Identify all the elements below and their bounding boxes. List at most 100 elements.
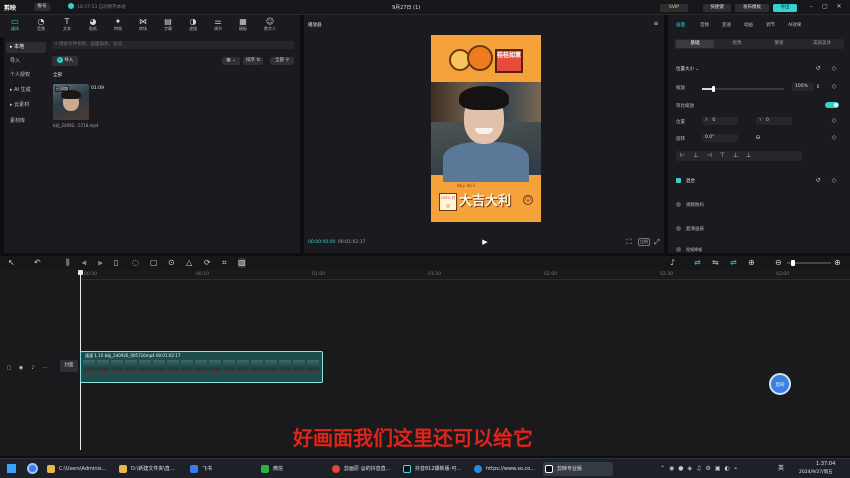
shortcut-button[interactable]: 快捷键 xyxy=(703,4,731,12)
zoom-slider[interactable] xyxy=(787,260,831,266)
position-y-field[interactable]: Y 0 xyxy=(756,117,792,125)
tab-text[interactable]: T 文本 xyxy=(56,17,78,35)
play-icon[interactable]: ▶ xyxy=(480,238,490,246)
play-circle-icon[interactable]: ⊙ xyxy=(168,256,175,270)
superres-checkbox[interactable] xyxy=(676,226,681,231)
zoom-in-icon[interactable]: ⊕ xyxy=(834,256,841,270)
ime-indicator[interactable]: 英 xyxy=(778,463,784,472)
split-icon[interactable]: ⫼ xyxy=(66,256,70,270)
position-size-heading[interactable]: 位置大小 ⌄ xyxy=(676,66,699,72)
nav-library[interactable]: 素材库 xyxy=(6,116,46,127)
tab-media[interactable]: ▭ 媒体 xyxy=(4,17,26,35)
taskbar-item-browser[interactable]: 剪画原 @的抖音直... xyxy=(330,462,390,476)
track-lock-icon[interactable]: ▢ xyxy=(6,364,12,372)
account-button[interactable]: 账号 xyxy=(34,3,50,11)
mirror-icon[interactable]: △ xyxy=(186,256,192,270)
media-clip-thumbnail[interactable]: 已添加 xyxy=(53,84,89,120)
windows-start-icon[interactable] xyxy=(7,464,16,473)
track-eye-icon[interactable]: ◉ xyxy=(18,364,24,372)
subtab-mask[interactable]: 蒙版 xyxy=(760,40,798,48)
scale-stepper-icon[interactable]: ⇕ xyxy=(815,83,821,91)
import-button[interactable]: + 导入 xyxy=(52,56,78,66)
cover-button[interactable]: 封面 xyxy=(60,360,78,372)
grid-view-toggle[interactable]: ▦ ⌄ xyxy=(222,57,240,65)
search-taskbar-icon[interactable] xyxy=(27,463,38,474)
tab-filter[interactable]: ◑ 滤镜 xyxy=(182,17,204,35)
keyframe-icon[interactable]: ◇ xyxy=(830,65,838,73)
nav-ai-generate[interactable]: ▸ AI 生成 xyxy=(6,85,46,96)
tab-audio[interactable]: ◔ 音频 xyxy=(30,17,52,35)
blend-keyframe-icon[interactable]: ◇ xyxy=(830,177,838,185)
split-right-icon[interactable]: ⫸ xyxy=(98,256,103,270)
tab-speed[interactable]: 变速 xyxy=(722,22,731,28)
nav-local[interactable]: ▸ 本地 xyxy=(6,42,46,53)
tab-subtitle[interactable]: ▤ 字幕 xyxy=(157,17,179,35)
media-search-input[interactable]: ⌕ 搜索文件名称、画面描述、台词 xyxy=(52,41,294,49)
video-clip[interactable]: 速速 1.1X b站_240926_005716mp4 00:01:02:17 xyxy=(80,351,323,383)
player-menu-icon[interactable]: ≡ xyxy=(652,20,660,28)
minimize-icon[interactable]: – xyxy=(806,3,816,11)
stabilize-checkbox[interactable] xyxy=(676,202,681,207)
export-button[interactable]: 导出 xyxy=(773,4,797,12)
align-right-icon[interactable]: ⊣ xyxy=(706,152,719,159)
zoom-handle[interactable] xyxy=(791,260,795,266)
subtab-basic[interactable]: 基础 xyxy=(676,40,714,48)
rotate-dial-icon[interactable]: ⊖ xyxy=(754,134,762,142)
scale-keyframe-icon[interactable]: ◇ xyxy=(830,83,838,91)
scale-value-field[interactable]: 100% xyxy=(792,83,814,91)
tab-sticker[interactable]: ◕ 贴纸 xyxy=(82,17,104,35)
sort-button[interactable]: 排序 ⇅ xyxy=(243,57,263,65)
publish-template-button[interactable]: 发布模板 xyxy=(735,4,769,12)
snap-icon[interactable]: ⇌ xyxy=(730,256,737,270)
taskbar-item-douyin[interactable]: 抖音812爆新版-可... xyxy=(401,462,461,476)
taskbar-item-explorer-1[interactable]: C:\Users\Adminis... xyxy=(45,462,106,476)
subtab-beauty[interactable]: 美颜美体 xyxy=(802,40,842,48)
tab-adjust-props[interactable]: 调节 xyxy=(766,22,775,28)
split-left-icon[interactable]: ⫷ xyxy=(82,256,87,270)
svip-badge[interactable]: SVIP xyxy=(660,4,688,12)
tab-animation[interactable]: 动画 xyxy=(744,22,753,28)
nav-cloud[interactable]: ▸ 云素材 xyxy=(6,100,46,111)
project-title[interactable]: 9月27日 (1) xyxy=(392,4,420,11)
reverse-icon[interactable]: ▢ xyxy=(150,256,158,270)
delete-icon[interactable]: ▯ xyxy=(114,256,118,270)
link-toggle-icon[interactable]: ⇌ xyxy=(694,256,701,270)
blend-checkbox[interactable] xyxy=(676,178,681,183)
playhead-cap[interactable] xyxy=(78,270,83,275)
track-more-icon[interactable]: ⋯ xyxy=(42,364,48,372)
preview-axis-icon[interactable]: ⊕ xyxy=(748,256,755,270)
rotate-tool-icon[interactable]: ⟳ xyxy=(204,256,211,270)
align-bottom-icon[interactable]: ⊥ xyxy=(746,152,759,159)
rotate-field[interactable]: 0.0° xyxy=(702,134,738,142)
microphone-icon[interactable]: ♪ xyxy=(670,256,675,270)
blend-reset-icon[interactable]: ↺ xyxy=(814,177,822,185)
tab-digital-human[interactable]: ☺ 数字人 xyxy=(257,17,283,35)
rotate-keyframe-icon[interactable]: ◇ xyxy=(830,134,838,142)
zoom-out-icon[interactable]: ⊖ xyxy=(775,256,782,270)
fit-screen-icon[interactable]: ⛶ xyxy=(624,238,634,246)
taskbar-item-explorer-2[interactable]: D:\新建文件夹\直... xyxy=(117,462,175,476)
tab-picture[interactable]: 画面 xyxy=(676,22,685,28)
undo-icon[interactable]: ↶ xyxy=(34,256,41,270)
crop-icon[interactable]: ⌗ xyxy=(222,256,227,270)
taskbar-item-jianying[interactable]: 剪映专业版 xyxy=(543,462,613,476)
tab-transition[interactable]: ⋈ 转场 xyxy=(132,17,154,35)
uniform-scale-toggle[interactable] xyxy=(825,102,839,108)
align-middle-icon[interactable]: ⊥ xyxy=(733,152,746,159)
taskbar-item-edge[interactable]: https://www.so.co... xyxy=(472,462,535,476)
magnet-icon[interactable]: ⇋ xyxy=(712,256,719,270)
tray-time[interactable]: 1:37:04 xyxy=(816,461,835,467)
align-center-icon[interactable]: ⊥ xyxy=(693,152,706,159)
position-keyframe-icon[interactable]: ◇ xyxy=(830,117,838,125)
track-mute-icon[interactable]: ♪ xyxy=(30,364,36,372)
taskbar-item-wechat[interactable]: 微信 xyxy=(259,462,283,476)
tab-adjust[interactable]: ⚌ 调节 xyxy=(207,17,229,35)
nav-personal-license[interactable]: 个人授权 xyxy=(6,70,46,81)
maximize-icon[interactable]: ▢ xyxy=(820,3,830,11)
tab-audio-props[interactable]: 音频 xyxy=(700,22,709,28)
tab-effects[interactable]: ✦ 特效 xyxy=(107,17,129,35)
filter-all-button[interactable]: 全部 ⚲ xyxy=(270,57,294,65)
tray-icons[interactable]: ⌃◉●◈♫⚙▣◐⌁ xyxy=(660,464,770,473)
floating-assistant-button[interactable]: 剪同 xyxy=(769,373,791,395)
align-left-icon[interactable]: ⊢ xyxy=(680,152,693,159)
